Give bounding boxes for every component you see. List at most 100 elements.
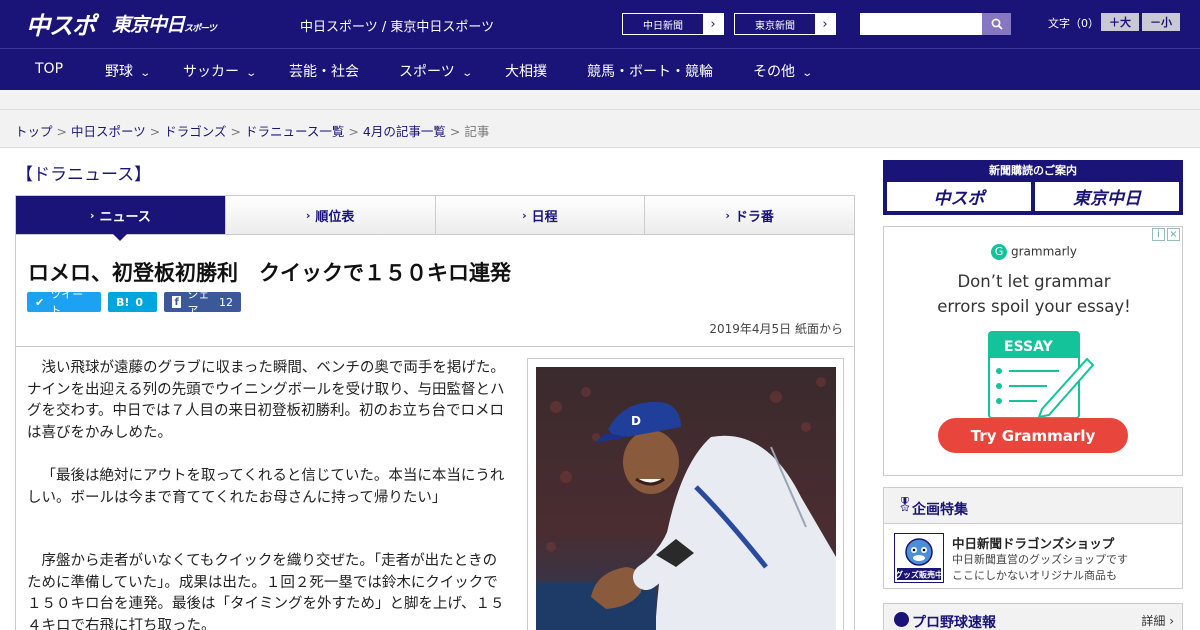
chevron-down-icon: ⌄: [461, 68, 473, 79]
chevron-right-icon: ›: [703, 14, 723, 34]
article-paragraph: 「最後は絶対にアウトを取ってくれると信じていた。本当に本当にうれしい。ボールは今…: [27, 468, 505, 506]
font-size-label: 文字（0）: [1048, 17, 1099, 30]
facebook-share-button[interactable]: f シェア 12: [164, 288, 241, 317]
news-tabs: › ニュース › 順位表 › 日程 › ドラ番: [15, 195, 855, 241]
grammarly-headline-line: errors spoil your essay!: [937, 297, 1131, 316]
chunichi-shimbun-link[interactable]: 中日新聞 ›: [622, 13, 724, 35]
breadcrumb-link[interactable]: 中日スポーツ: [71, 124, 146, 139]
hatena-icon: B!: [116, 295, 130, 309]
article-paragraph: 序盤から走者がいなくてもクイックを織り交ぜた。「走者が出たときのために準備してい…: [27, 553, 505, 630]
tokyo-chunichi-logo-text: 東京中日: [112, 14, 185, 36]
chunichi-shimbun-label: 中日新聞: [643, 20, 683, 32]
baseball-icon: [894, 612, 909, 627]
svg-text:D: D: [631, 414, 641, 428]
hatena-count: 0: [135, 295, 144, 309]
nav-item-top[interactable]: TOP: [35, 61, 63, 77]
tweet-label: ツイート: [50, 288, 84, 317]
chevron-right-icon: ›: [815, 14, 835, 34]
nav-item-baseball[interactable]: 野球 ⌄: [105, 61, 152, 81]
chevron-down-icon: ⌄: [801, 68, 814, 79]
breadcrumb-separator: >: [56, 124, 67, 139]
grammarly-icon: G: [990, 244, 1007, 260]
nav-label: TOP: [35, 61, 64, 77]
shop-title[interactable]: 中日新聞ドラゴンズショップ: [952, 533, 1114, 552]
main-nav: TOP 野球 ⌄ サッカー ⌄ 芸能・社会 スポーツ ⌄ 大相撲 競馬・ボート・競輪 …: [0, 48, 1200, 90]
mascot-icon: グッズ販売中: [895, 538, 943, 580]
breadcrumb-link[interactable]: 4月の記事一覧: [363, 124, 446, 139]
nav-label: 芸能・社会: [289, 64, 359, 80]
tweet-button[interactable]: ✔ ツイート: [27, 288, 101, 317]
article-photo-frame: D: [527, 358, 844, 630]
chevron-down-icon: ⌄: [139, 68, 152, 79]
dragons-shop-logo[interactable]: グッズ販売中: [894, 533, 944, 583]
tab-label: 日程: [531, 209, 558, 225]
feature-box: 🎖 企画特集 グッズ販売中 中日新聞ドラゴンズショップ 中日新聞直営のグッズショ…: [883, 487, 1183, 589]
grammarly-headline: Don’t let grammar errors spoil your essa…: [884, 269, 1184, 319]
score-title: プロ野球速報: [912, 615, 996, 630]
subscription-banner[interactable]: 新聞購読のご案内 中スポ 東京中日: [883, 160, 1183, 215]
font-bigger-button[interactable]: ＋大: [1101, 13, 1139, 31]
nav-label: 競馬・ボート・競輪: [587, 64, 713, 80]
tab-label: ニュース: [99, 209, 151, 225]
grammarly-brand: grammarly: [1010, 244, 1077, 259]
breadcrumb-separator: >: [348, 124, 359, 139]
search-input[interactable]: [860, 13, 982, 35]
tab-dora-reporters[interactable]: › ドラ番: [644, 196, 854, 234]
essay-label: ESSAY: [1004, 339, 1054, 355]
breadcrumb-link[interactable]: ドラニュース一覧: [245, 124, 344, 139]
feature-header: 🎖 企画特集: [884, 488, 1182, 524]
nav-item-other[interactable]: その他 ⌄: [753, 61, 814, 81]
tokyo-shimbun-link[interactable]: 東京新聞 ›: [734, 13, 836, 35]
tab-standings[interactable]: › 順位表: [224, 196, 435, 234]
top-header: 中スポ 東京中日スポーツ 中日スポーツ / 東京中日スポーツ 中日新聞 › 東京…: [0, 0, 1200, 48]
tab-schedule[interactable]: › 日程: [434, 196, 645, 234]
chusupo-logo[interactable]: 中スポ: [26, 6, 96, 41]
chevron-down-icon: ⌄: [245, 68, 258, 79]
breadcrumb-link[interactable]: トップ: [15, 124, 53, 139]
breadcrumb-separator: >: [230, 124, 241, 139]
tokyo-chunichi-logo[interactable]: 東京中日スポーツ: [112, 10, 217, 37]
facebook-share-count: 12: [219, 295, 233, 309]
close-icon[interactable]: ×: [1167, 228, 1180, 241]
breadcrumb-separator: >: [449, 124, 461, 139]
tab-news[interactable]: › ニュース: [16, 196, 225, 241]
nav-label: サッカー: [183, 64, 239, 80]
info-icon[interactable]: i: [1152, 228, 1165, 241]
subscribe-tokyo-chunichi-button[interactable]: 東京中日: [1035, 182, 1179, 211]
ad-choices[interactable]: i ×: [1152, 228, 1180, 241]
subscription-title: 新聞購読のご案内: [989, 164, 1077, 177]
pro-baseball-live: プロ野球速報 詳細 ›: [883, 603, 1183, 630]
shop-description: 中日新聞直営のグッズショップです ここにしかないオリジナル商品も: [952, 552, 1128, 584]
pitcher-photo[interactable]: D: [536, 367, 836, 630]
score-detail-link[interactable]: 詳細 ›: [1141, 612, 1174, 629]
site-title: 中日スポーツ / 東京中日スポーツ: [300, 20, 495, 35]
nav-item-sports[interactable]: スポーツ ⌄: [399, 61, 473, 81]
chevron-right-icon: ›: [522, 208, 527, 222]
hatena-bookmark-button[interactable]: B! 0: [108, 292, 157, 312]
pitcher-illustration: D: [536, 367, 836, 630]
spacer-bar: [0, 90, 1200, 110]
subscribe-chusupo-button[interactable]: 中スポ: [887, 182, 1031, 211]
twitter-icon: ✔: [35, 295, 45, 309]
nav-item-racing[interactable]: 競馬・ボート・競輪: [587, 61, 713, 81]
breadcrumb-link[interactable]: ドラゴンズ: [164, 124, 226, 139]
nav-item-sumo[interactable]: 大相撲: [505, 61, 547, 81]
article-header: ロメロ、初登板初勝利 クイックで１５０キロ連発 ✔ ツイート B! 0 f シェア 12…: [15, 235, 855, 347]
font-smaller-button[interactable]: －小: [1142, 13, 1180, 31]
search-button[interactable]: [982, 13, 1011, 35]
nav-label: その他: [753, 64, 795, 80]
breadcrumb: トップ > 中日スポーツ > ドラゴンズ > ドラニュース一覧 >4月の記事一覧 > 記事: [0, 110, 1200, 148]
chevron-right-icon: ›: [725, 208, 730, 222]
nav-label: スポーツ: [399, 64, 455, 80]
breadcrumb-trail: トップ > 中日スポーツ > ドラゴンズ > ドラニュース一覧 >4月の記事一覧 > 記事: [15, 121, 489, 140]
article-headline: ロメロ、初登板初勝利 クイックで１５０キロ連発: [28, 261, 511, 285]
breadcrumb-current: 記事: [464, 124, 490, 139]
grammarly-logo: Ggrammarly: [884, 244, 1184, 260]
chevron-right-icon: ›: [305, 208, 311, 222]
section-title: 【ドラニュース】: [16, 165, 152, 185]
try-grammarly-button[interactable]: Try Grammarly: [938, 418, 1128, 453]
nav-item-entertainment[interactable]: 芸能・社会: [289, 61, 359, 81]
nav-item-soccer[interactable]: サッカー ⌄: [183, 61, 258, 81]
tab-label: 順位表: [315, 209, 355, 225]
grammarly-ad[interactable]: i × Ggrammarly Don’t let grammar errors s…: [883, 226, 1183, 476]
